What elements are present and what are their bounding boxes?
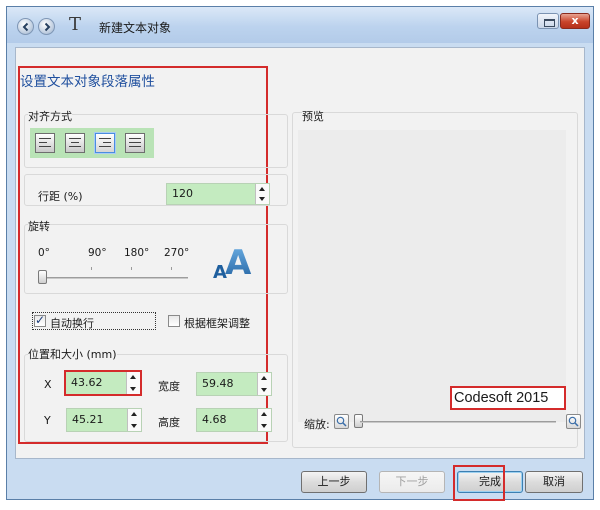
alignment-button-strip bbox=[30, 128, 154, 158]
arrow-right-icon bbox=[44, 22, 51, 32]
rotation-slider-thumb[interactable] bbox=[38, 270, 47, 284]
cancel-button[interactable]: 取消 bbox=[525, 471, 583, 493]
angle-label-0: 0° bbox=[38, 247, 50, 259]
svg-text:A: A bbox=[213, 262, 227, 280]
width-spinner[interactable] bbox=[257, 373, 271, 395]
angle-label-90: 90° bbox=[88, 247, 107, 259]
dialog-window: T 新建文本对象 x 设置文本对象段落属性 对齐方式 行距 (%) 120 旋转… bbox=[6, 6, 594, 501]
fit-frame-checkbox[interactable] bbox=[168, 315, 180, 327]
width-value: 59.48 bbox=[202, 377, 234, 390]
preview-label: 预览 bbox=[302, 108, 324, 124]
line-spacing-spinner[interactable] bbox=[255, 184, 269, 204]
magnifier-plus-icon bbox=[568, 416, 579, 427]
angle-tick bbox=[91, 267, 92, 270]
close-window-button[interactable]: x bbox=[560, 13, 590, 29]
y-input[interactable]: 45.21 bbox=[66, 408, 142, 432]
fit-frame-label: 根据框架调整 bbox=[184, 317, 250, 330]
width-label: 宽度 bbox=[158, 380, 180, 393]
window-title: 新建文本对象 bbox=[99, 21, 172, 35]
highlight-finish bbox=[453, 465, 505, 501]
y-spinner[interactable] bbox=[127, 409, 141, 431]
height-spinner[interactable] bbox=[257, 409, 271, 431]
align-left-button[interactable] bbox=[35, 133, 55, 153]
zoom-label: 缩放: bbox=[304, 418, 330, 431]
preview-sample-text: Codesoft 2015 bbox=[450, 386, 566, 410]
title-bar: T 新建文本对象 x bbox=[7, 7, 593, 43]
y-value: 45.21 bbox=[72, 413, 104, 426]
position-size-label: 位置和大小 (mm) bbox=[28, 346, 117, 362]
align-justify-button[interactable] bbox=[125, 133, 145, 153]
rotation-slider-track[interactable] bbox=[38, 277, 188, 279]
dialog-body: 设置文本对象段落属性 对齐方式 行距 (%) 120 旋转 0° 90° 180… bbox=[15, 47, 585, 459]
zoom-slider-track[interactable] bbox=[360, 421, 556, 423]
align-right-button[interactable] bbox=[95, 133, 115, 153]
width-input[interactable]: 59.48 bbox=[196, 372, 272, 396]
next-button[interactable]: 下一步 bbox=[379, 471, 445, 493]
line-spacing-value: 120 bbox=[172, 187, 193, 200]
rotation-label: 旋转 bbox=[28, 218, 50, 234]
x-label: X bbox=[44, 378, 52, 391]
line-spacing-label: 行距 (%) bbox=[38, 190, 83, 203]
angle-tick bbox=[131, 267, 132, 270]
height-label: 高度 bbox=[158, 416, 180, 429]
angle-label-270: 270° bbox=[164, 247, 190, 259]
alignment-label: 对齐方式 bbox=[28, 108, 72, 124]
zoom-out-button[interactable] bbox=[334, 414, 349, 429]
x-spinner[interactable] bbox=[126, 372, 140, 394]
svg-text:A: A bbox=[225, 243, 252, 280]
x-input[interactable]: 43.62 bbox=[64, 370, 142, 396]
angle-tick bbox=[171, 267, 172, 270]
height-value: 4.68 bbox=[202, 413, 227, 426]
height-input[interactable]: 4.68 bbox=[196, 408, 272, 432]
angle-label-180: 180° bbox=[124, 247, 150, 259]
arrow-left-icon bbox=[22, 22, 29, 32]
align-center-button[interactable] bbox=[65, 133, 85, 153]
back-button[interactable]: 上一步 bbox=[301, 471, 367, 493]
restore-window-button[interactable] bbox=[537, 13, 559, 29]
x-value: 43.62 bbox=[71, 376, 103, 389]
y-label: Y bbox=[44, 414, 51, 427]
zoom-in-button[interactable] bbox=[566, 414, 581, 429]
focus-outline bbox=[32, 312, 156, 330]
forward-nav-button[interactable] bbox=[38, 18, 55, 35]
back-nav-button[interactable] bbox=[17, 18, 34, 35]
preview-canvas: Codesoft 2015 bbox=[298, 130, 566, 422]
text-object-icon: T bbox=[69, 14, 82, 35]
magnifier-minus-icon bbox=[336, 416, 347, 427]
line-spacing-input[interactable]: 120 bbox=[166, 183, 270, 205]
rotated-text-icon: A A bbox=[213, 243, 252, 280]
button-bar: 上一步 下一步 完成 取消 bbox=[15, 463, 585, 501]
